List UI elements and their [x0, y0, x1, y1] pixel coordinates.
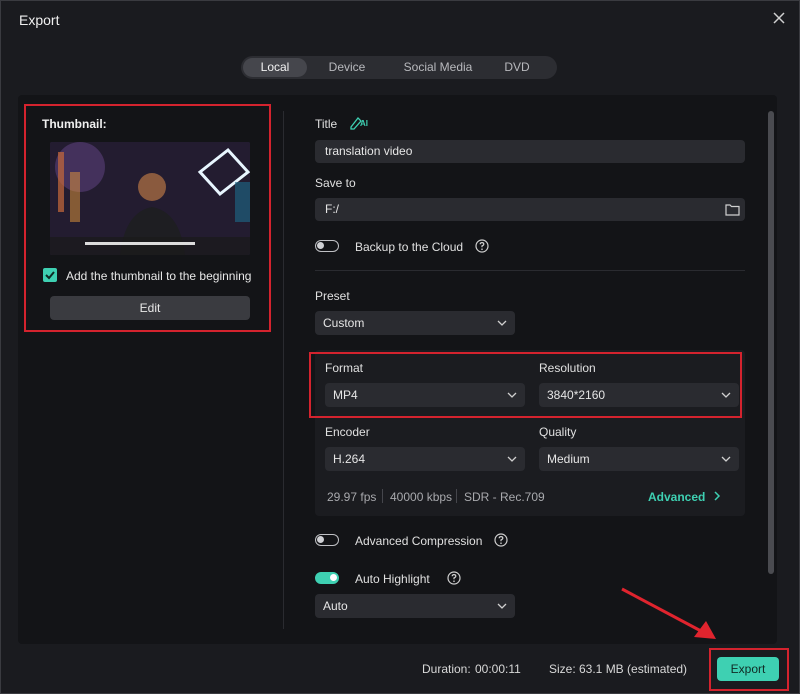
preset-value: Custom — [323, 316, 365, 330]
advanced-settings-link[interactable]: Advanced — [648, 490, 721, 504]
tab-device[interactable]: Device — [307, 58, 387, 77]
encoder-label: Encoder — [325, 425, 370, 439]
chevron-down-icon — [497, 320, 507, 326]
export-button[interactable]: Export — [717, 657, 779, 681]
quality-dropdown[interactable]: Medium — [539, 447, 739, 471]
section-divider — [315, 270, 745, 271]
auto-highlight-label: Auto Highlight — [355, 572, 430, 586]
quality-value: Medium — [547, 452, 590, 466]
add-thumbnail-checkbox[interactable] — [43, 268, 57, 282]
folder-icon[interactable] — [725, 203, 740, 216]
preset-label: Preset — [315, 289, 350, 303]
checkmark-icon — [45, 271, 55, 280]
format-highlight-frame — [309, 352, 742, 418]
toggle-knob — [330, 574, 337, 581]
export-dialog: Export Local Device Social Media DVD Thu… — [0, 0, 800, 694]
chevron-down-icon — [721, 456, 731, 462]
color-space-value: SDR - Rec.709 — [464, 490, 545, 504]
help-icon[interactable] — [447, 571, 461, 585]
backup-cloud-label: Backup to the Cloud — [355, 240, 464, 254]
meta-separator — [456, 489, 457, 503]
tab-local[interactable]: Local — [243, 58, 307, 77]
size-value: 63.1 MB (estimated) — [579, 662, 688, 676]
dialog-title: Export — [19, 12, 60, 28]
auto-highlight-dropdown[interactable]: Auto — [315, 594, 515, 618]
bitrate-value: 40000 kbps — [390, 490, 453, 504]
red-arrow-annotation — [621, 587, 716, 639]
backup-cloud-toggle[interactable] — [315, 240, 339, 252]
add-thumbnail-label: Add the thumbnail to the beginning — [66, 269, 252, 283]
meta-separator — [382, 489, 383, 503]
auto-highlight-toggle[interactable] — [315, 572, 339, 584]
title-bar: Export — [1, 1, 800, 37]
chevron-down-icon — [507, 456, 517, 462]
chevron-down-icon — [497, 603, 507, 609]
edit-thumbnail-button[interactable]: Edit — [50, 296, 250, 320]
preset-dropdown[interactable]: Custom — [315, 311, 515, 335]
ai-title-icon[interactable]: AI — [349, 115, 369, 131]
settings-scrollbar[interactable] — [768, 111, 774, 574]
advanced-label: Advanced — [648, 490, 706, 504]
thumbnail-image[interactable] — [50, 142, 250, 255]
advanced-compression-toggle[interactable] — [315, 534, 339, 546]
thumbnail-label: Thumbnail: — [42, 117, 107, 131]
help-icon[interactable] — [494, 533, 508, 547]
tab-social-media[interactable]: Social Media — [387, 58, 489, 77]
ai-badge: AI — [360, 119, 368, 128]
encoder-dropdown[interactable]: H.264 — [325, 447, 525, 471]
save-to-input[interactable]: F:/ — [315, 198, 745, 221]
quality-label: Quality — [539, 425, 577, 439]
title-label: Title — [315, 117, 338, 131]
export-tabs: Local Device Social Media DVD — [241, 56, 557, 79]
duration-value: 00:00:11 — [475, 662, 521, 676]
title-input[interactable]: translation video — [315, 140, 745, 163]
encoder-value: H.264 — [333, 452, 366, 466]
size-label: Size: — [549, 662, 576, 676]
tab-dvd[interactable]: DVD — [489, 58, 545, 77]
panel-divider — [283, 111, 284, 629]
toggle-knob — [317, 242, 324, 249]
help-icon[interactable] — [475, 239, 489, 253]
save-to-label: Save to — [315, 176, 356, 190]
advanced-compression-label: Advanced Compression — [355, 534, 483, 548]
toggle-knob — [317, 536, 324, 543]
auto-highlight-value: Auto — [323, 599, 348, 613]
chevron-right-icon — [714, 491, 720, 501]
close-icon[interactable] — [771, 10, 787, 26]
duration-label: Duration: — [422, 662, 471, 676]
fps-value: 29.97 fps — [327, 490, 377, 504]
